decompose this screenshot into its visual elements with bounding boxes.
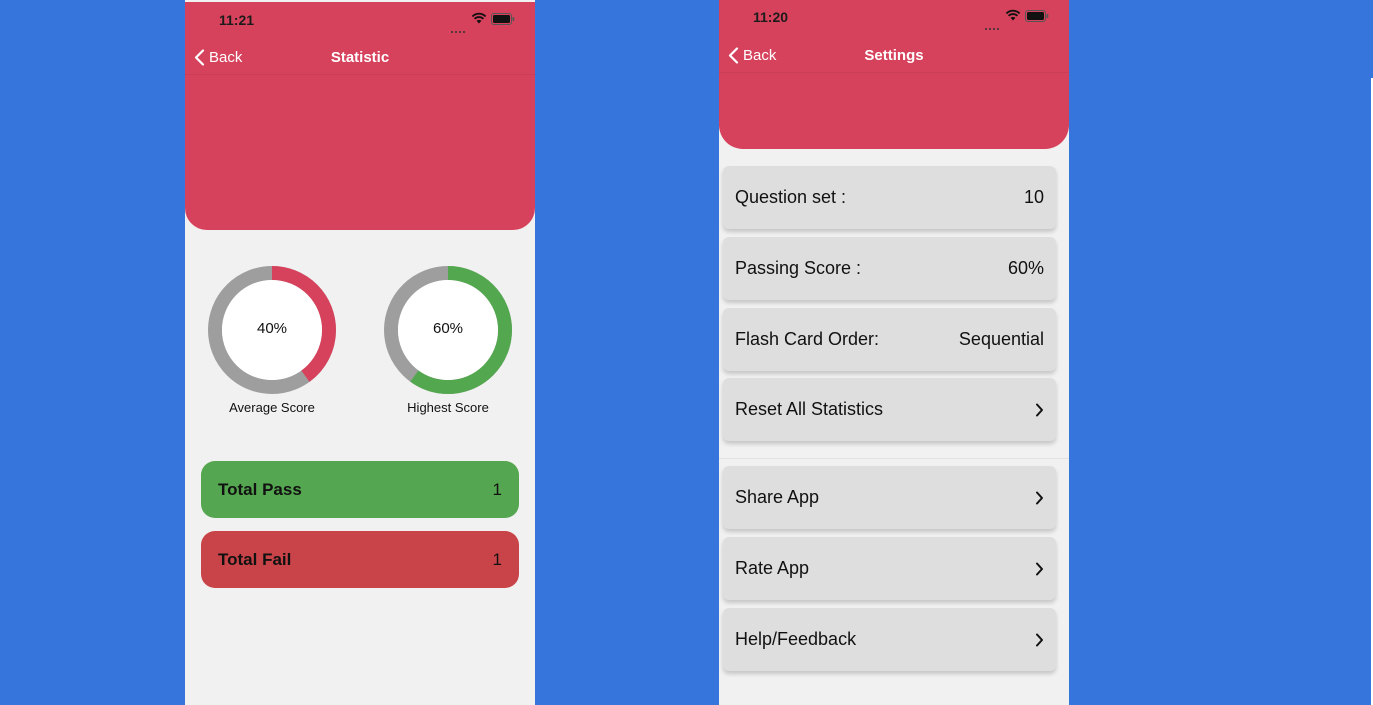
status-bar: 11:20 [719,0,1069,37]
average-score-label: Average Score [229,400,315,415]
wifi-icon [471,12,487,24]
question-set-value: 10 [1023,187,1044,207]
highest-score-label: Highest Score [407,400,489,415]
chevron-right-icon [1036,562,1043,575]
total-pass-card: Total Pass 1 [201,461,519,518]
average-score-gauge: 40% Average Score [205,263,339,415]
battery-icon [1025,10,1049,22]
passing-score-label: Passing Score : [735,258,862,278]
total-fail-value: 1 [492,549,502,569]
reset-statistics-row[interactable]: Reset All Statistics [723,378,1056,441]
signal-icon [451,20,467,38]
share-app-label: Share App [735,487,820,507]
share-app-row[interactable]: Share App [723,466,1056,529]
total-fail-card: Total Fail 1 [201,531,519,588]
status-time: 11:21 [219,12,255,28]
nav-bar: Back Settings [719,40,1069,73]
flash-card-order-row[interactable]: Flash Card Order: Sequential [723,308,1056,371]
total-pass-value: 1 [492,479,502,499]
total-fail-label: Total Fail [218,549,292,569]
question-set-label: Question set : [735,187,847,207]
page-title: Settings [864,47,924,64]
statistic-screen: 11:21 Back Statistic 40% Average Score 6… [185,0,535,705]
flash-card-order-value: Sequential [958,329,1044,349]
average-score-value: 40% [256,320,288,337]
signal-icon [985,17,1001,35]
rate-app-row[interactable]: Rate App [723,537,1056,600]
passing-score-row[interactable]: Passing Score : 60% [723,237,1056,300]
nav-bar: Back Statistic [185,42,535,75]
chevron-right-icon [1036,633,1043,646]
settings-screen: 11:20 Back Settings Question set : 10 Pa… [719,0,1069,705]
passing-score-value: 60% [1007,258,1044,278]
chevron-right-icon [1036,403,1043,416]
flash-card-order-label: Flash Card Order: [735,329,880,349]
status-bar: 11:21 [185,0,535,40]
help-feedback-label: Help/Feedback [735,629,857,649]
rate-app-label: Rate App [735,558,810,578]
wifi-icon [1005,9,1021,21]
status-time: 11:20 [753,9,789,25]
highest-score-value: 60% [432,320,464,337]
page-title: Statistic [330,49,390,66]
chevron-right-icon [1036,491,1043,504]
help-feedback-row[interactable]: Help/Feedback [723,608,1056,671]
battery-icon [491,13,515,25]
question-set-row[interactable]: Question set : 10 [723,166,1056,229]
section-divider [719,458,1069,459]
reset-statistics-label: Reset All Statistics [735,399,884,419]
highest-score-gauge: 60% Highest Score [381,263,515,415]
total-pass-label: Total Pass [218,479,302,499]
